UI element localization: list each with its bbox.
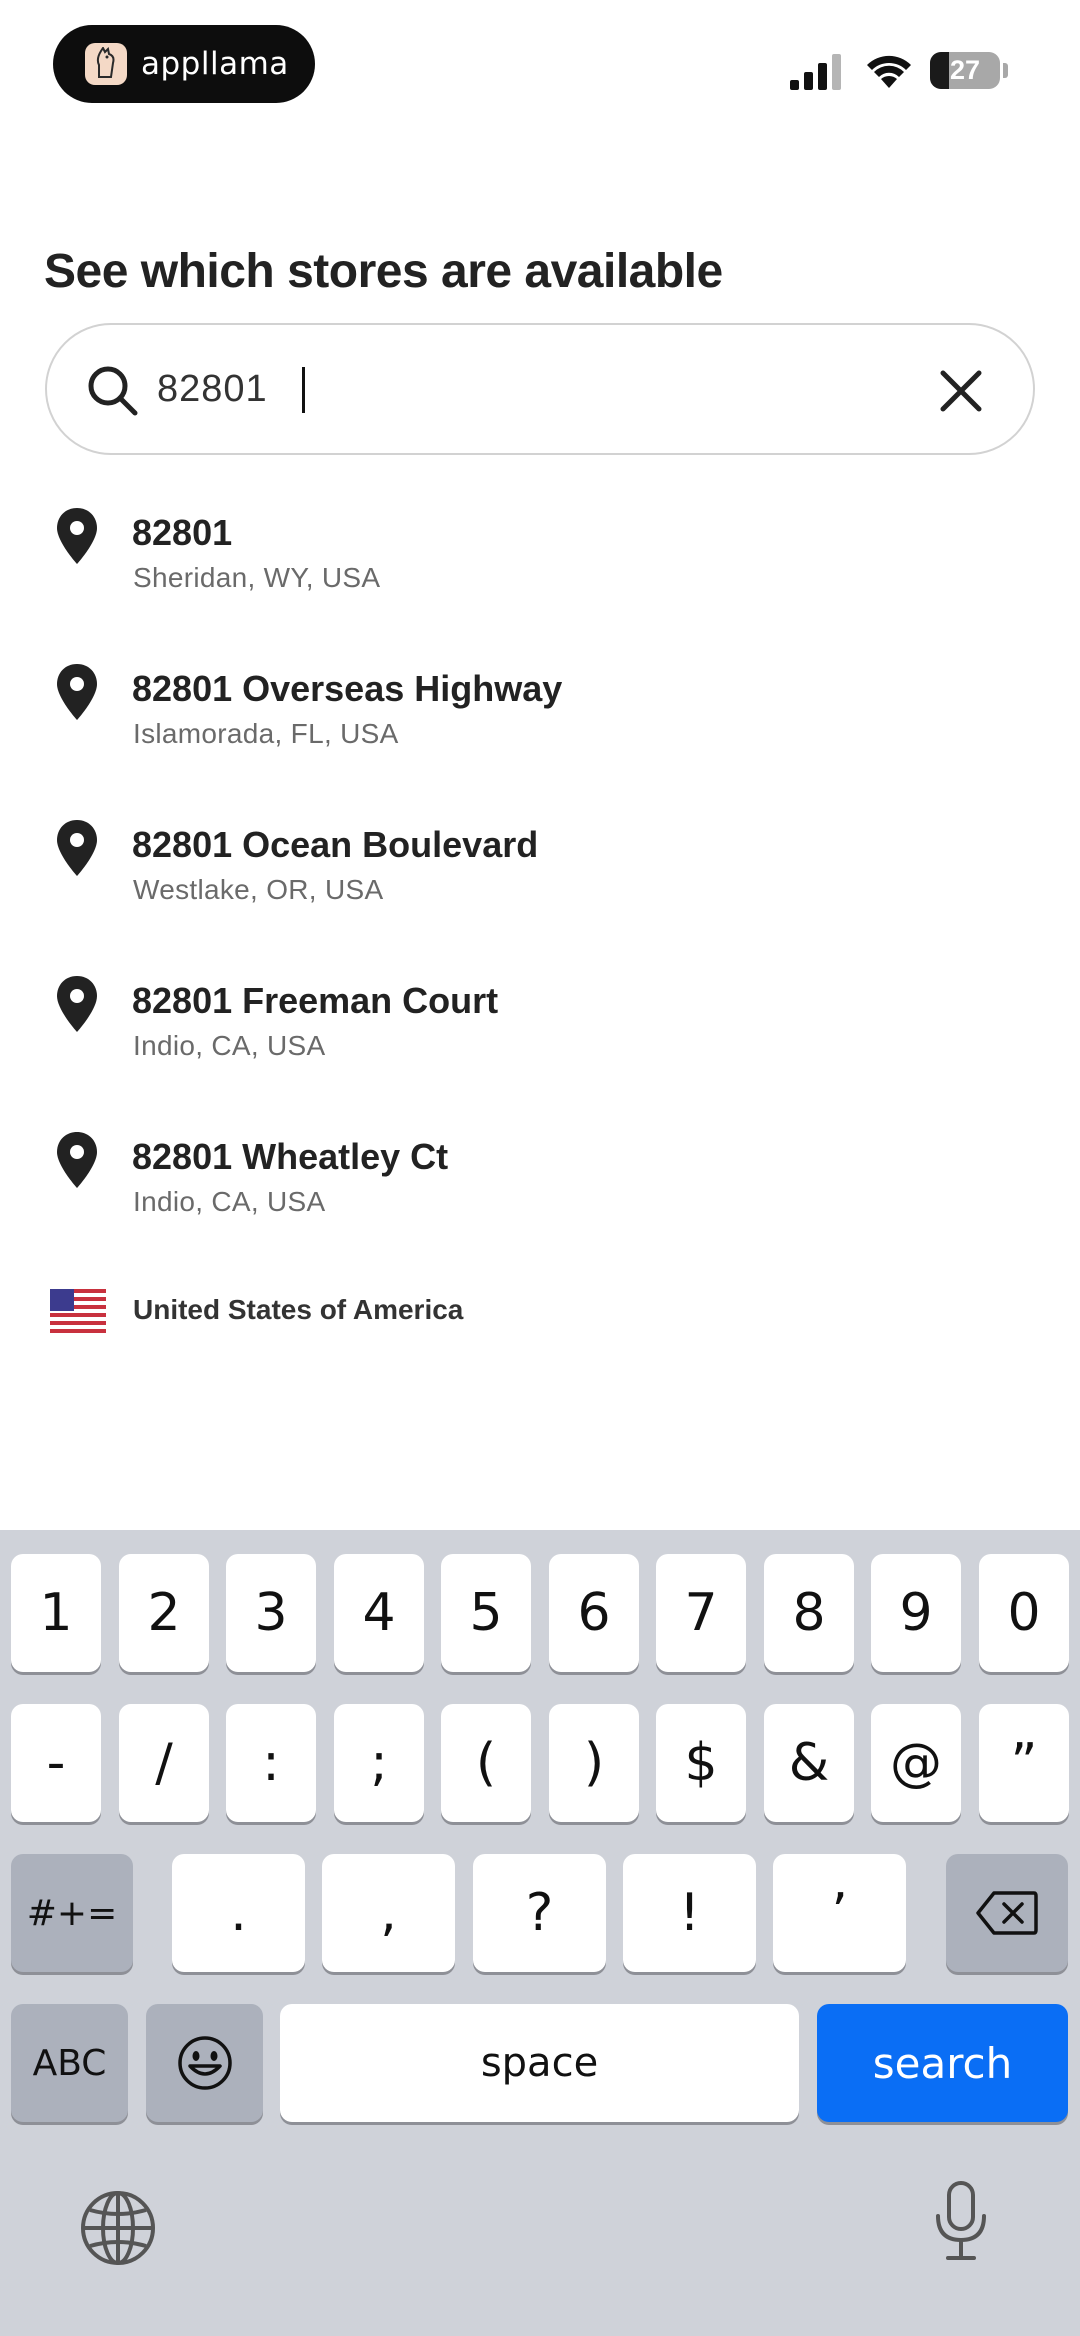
abc-key[interactable]: ABC <box>11 2004 128 2122</box>
key-open-paren[interactable]: ( <box>441 1704 531 1822</box>
symbols-toggle-key[interactable]: #+= <box>11 1854 133 1972</box>
space-key[interactable]: space <box>280 2004 799 2122</box>
key-2[interactable]: 2 <box>119 1554 209 1672</box>
key-exclamation[interactable]: ! <box>623 1854 756 1972</box>
key-dollar[interactable]: $ <box>656 1704 746 1822</box>
keyboard: 1 2 3 4 5 6 7 8 9 0 - / : ; ( ) $ & @ ” … <box>0 1530 1080 2336</box>
battery-percent: 27 <box>949 55 981 85</box>
search-key[interactable]: search <box>817 2004 1068 2122</box>
microphone-icon[interactable] <box>932 2180 990 2262</box>
suggestion-item[interactable]: 82801 Wheatley Ct Indio, CA, USA <box>0 1124 1080 1280</box>
cellular-signal-icon <box>790 54 841 90</box>
text-cursor <box>302 367 305 413</box>
close-icon[interactable] <box>935 365 987 417</box>
search-input[interactable] <box>157 359 857 419</box>
delete-key[interactable] <box>946 1854 1068 1972</box>
key-1[interactable]: 1 <box>11 1554 101 1672</box>
key-at[interactable]: @ <box>871 1704 961 1822</box>
status-bar: appllama 27 <box>0 0 1080 130</box>
battery-cap <box>1003 63 1008 78</box>
key-0[interactable]: 0 <box>979 1554 1069 1672</box>
suggestion-subtitle: Indio, CA, USA <box>133 1186 326 1217</box>
suggestion-item[interactable]: 82801 Ocean Boulevard Westlake, OR, USA <box>0 812 1080 968</box>
key-4[interactable]: 4 <box>334 1554 424 1672</box>
brand-name: appllama <box>141 46 289 82</box>
location-pin-icon <box>57 976 97 1032</box>
key-7[interactable]: 7 <box>656 1554 746 1672</box>
emoji-icon <box>177 2036 232 2090</box>
suggestion-item[interactable]: 82801 Overseas Highway Islamorada, FL, U… <box>0 656 1080 812</box>
location-pin-icon <box>57 1132 97 1188</box>
wifi-icon <box>867 55 911 88</box>
location-pin-icon <box>57 820 97 876</box>
suggestion-title: 82801 Wheatley Ct <box>132 1136 449 1177</box>
backspace-icon <box>976 1891 1038 1935</box>
suggestion-item[interactable]: 82801 Freeman Court Indio, CA, USA <box>0 968 1080 1124</box>
key-semicolon[interactable]: ; <box>334 1704 424 1822</box>
key-8[interactable]: 8 <box>764 1554 854 1672</box>
key-apostrophe[interactable]: ’ <box>773 1854 906 1972</box>
brand-pill[interactable]: appllama <box>53 25 315 103</box>
suggestion-item[interactable]: 82801 Sheridan, WY, USA <box>0 500 1080 656</box>
key-close-paren[interactable]: ) <box>549 1704 639 1822</box>
key-5[interactable]: 5 <box>441 1554 531 1672</box>
suggestion-title: 82801 Freeman Court <box>132 980 499 1021</box>
screen: appllama 27 See which stores are availab… <box>0 0 1080 2336</box>
suggestion-title: 82801 Overseas Highway <box>132 668 563 709</box>
page-title: See which stores are available <box>44 245 723 298</box>
location-pin-icon <box>57 664 97 720</box>
battery-icon: 27 <box>930 52 1000 89</box>
search-field[interactable] <box>45 323 1035 455</box>
us-flag-icon <box>50 1289 106 1333</box>
country-label: United States of America <box>133 1294 464 1325</box>
key-comma[interactable]: , <box>322 1854 455 1972</box>
key-period[interactable]: . <box>172 1854 305 1972</box>
key-quote[interactable]: ” <box>979 1704 1069 1822</box>
emoji-key[interactable] <box>146 2004 263 2122</box>
suggestion-subtitle: Sheridan, WY, USA <box>133 562 381 593</box>
suggestion-subtitle: Westlake, OR, USA <box>133 874 384 905</box>
suggestion-list: 82801 Sheridan, WY, USA 82801 Overseas H… <box>0 500 1080 1280</box>
suggestion-subtitle: Indio, CA, USA <box>133 1030 326 1061</box>
suggestion-title: 82801 Ocean Boulevard <box>132 824 539 865</box>
suggestion-title: 82801 <box>132 512 233 553</box>
key-6[interactable]: 6 <box>549 1554 639 1672</box>
key-question[interactable]: ? <box>473 1854 606 1972</box>
key-9[interactable]: 9 <box>871 1554 961 1672</box>
country-selector[interactable]: United States of America <box>0 1282 1080 1342</box>
key-3[interactable]: 3 <box>226 1554 316 1672</box>
globe-icon[interactable] <box>78 2188 158 2268</box>
llama-logo-icon <box>85 43 127 85</box>
key-hyphen[interactable]: - <box>11 1704 101 1822</box>
key-ampersand[interactable]: & <box>764 1704 854 1822</box>
location-pin-icon <box>57 508 97 564</box>
search-icon <box>88 366 138 416</box>
suggestion-subtitle: Islamorada, FL, USA <box>133 718 399 749</box>
key-colon[interactable]: : <box>226 1704 316 1822</box>
key-slash[interactable]: / <box>119 1704 209 1822</box>
